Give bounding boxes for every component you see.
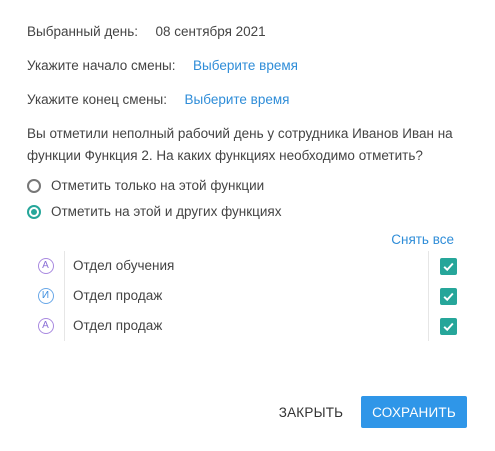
radio-unchecked-icon[interactable] <box>27 178 41 193</box>
function-name: Отдел продаж <box>65 311 429 341</box>
radio-checked-icon[interactable] <box>27 204 41 219</box>
check-cell <box>429 251 467 281</box>
function-row: И Отдел продаж <box>27 281 467 311</box>
function-badge: А <box>37 318 54 334</box>
checkbox-checked-icon[interactable] <box>439 257 457 275</box>
check-cell <box>429 281 467 311</box>
function-row: А Отдел продаж <box>27 311 467 341</box>
badge-cell: А <box>27 311 65 341</box>
shift-end-time-link[interactable]: Выберите время <box>185 92 290 107</box>
function-name: Отдел обучения <box>65 251 429 281</box>
checkbox-checked-icon[interactable] <box>439 287 457 305</box>
selected-day-label: Выбранный день: <box>27 24 138 39</box>
check-cell <box>429 311 467 341</box>
option-label: Отметить только на этой функции <box>51 178 265 193</box>
function-badge: А <box>37 258 54 274</box>
badge-cell: И <box>27 281 65 311</box>
function-badge: И <box>37 288 54 304</box>
shift-end-label: Укажите конец смены: <box>27 92 168 107</box>
selected-day-row: Выбранный день: 08 сентября 2021 <box>27 24 266 39</box>
shift-start-label: Укажите начало смены: <box>27 58 176 73</box>
save-button[interactable]: СОХРАНИТЬ <box>361 396 467 428</box>
function-name: Отдел продаж <box>65 281 429 311</box>
selected-day-value: 08 сентября 2021 <box>155 24 266 39</box>
function-row: А Отдел обучения <box>27 251 467 281</box>
shift-end-row: Укажите конец смены: Выберите время <box>27 92 289 107</box>
option-this-function-only[interactable]: Отметить только на этой функции <box>27 178 264 193</box>
option-label: Отметить на этой и других функциях <box>51 204 282 219</box>
clear-all-link[interactable]: Снять все <box>391 232 454 247</box>
close-button[interactable]: ЗАКРЫТЬ <box>268 396 354 428</box>
question-text: Вы отметили неполный рабочий день у сотр… <box>27 126 453 163</box>
badge-cell: А <box>27 251 65 281</box>
shift-start-time-link[interactable]: Выберите время <box>193 58 298 73</box>
functions-list: А Отдел обучения И Отдел продаж А Отдел … <box>27 251 467 341</box>
option-this-and-other-functions[interactable]: Отметить на этой и других функциях <box>27 204 282 219</box>
shift-start-row: Укажите начало смены: Выберите время <box>27 58 298 73</box>
checkbox-checked-icon[interactable] <box>439 317 457 335</box>
